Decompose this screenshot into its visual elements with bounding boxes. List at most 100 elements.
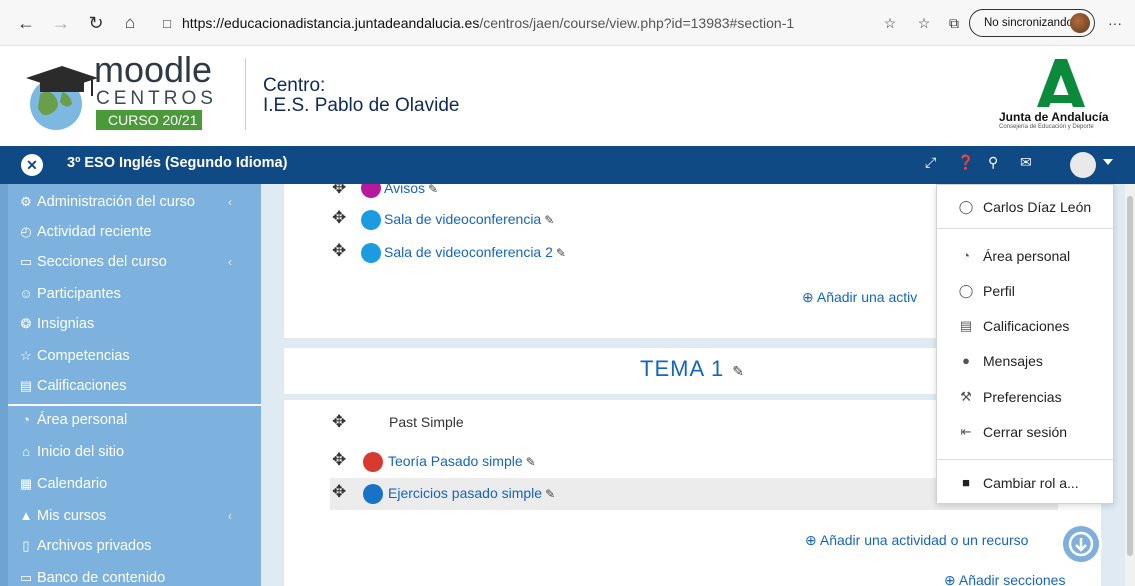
edit-pencil-icon[interactable]: ✎ [544, 213, 554, 227]
menu-item-cerrar-sesión[interactable]: ⇤ Cerrar sesión [937, 415, 1113, 449]
menu-item-mensajes[interactable]: ● Mensajes [937, 344, 1113, 378]
activity-link-ejercicios[interactable]: Ejercicios pasado simple ✎ [388, 485, 555, 501]
sidebar-item-mis-cursos[interactable]: ▲ Mis cursos ‹ [16, 502, 246, 530]
activity-link-teoria[interactable]: Teoría Pasado simple ✎ [388, 453, 536, 469]
sidebar-item-calificaciones[interactable]: ▤ Calificaciones [16, 372, 246, 400]
close-drawer-icon[interactable]: ✕ [21, 154, 43, 176]
sidebar-item-competencias[interactable]: ☆ Competencias [16, 342, 246, 370]
drawer-separator [8, 404, 261, 406]
speech-bubble-icon: ● [962, 353, 970, 368]
url-host: https://educacionadistancia.juntadeandal… [182, 15, 480, 31]
help-icon[interactable]: ❓ [957, 154, 974, 171]
sidebar-item-label: Calificaciones [37, 378, 127, 394]
home-icon[interactable]: ⌂ [118, 11, 142, 35]
sidebar-item-label: Mis cursos [37, 508, 107, 524]
badge-icon: ❂ [20, 316, 32, 331]
menu-item-user-name[interactable]: ◯ Carlos Díaz León [937, 190, 1113, 224]
add-activity-link[interactable]: ⊕ Añadir una actividad o un recurso [805, 532, 1028, 549]
chevron-left-icon: ‹ [228, 195, 232, 209]
activity-link-videoconferencia[interactable]: Sala de videoconferencia ✎ [384, 211, 554, 227]
sidebar-item-inicio-del-sitio[interactable]: ⌂ Inicio del sitio [16, 438, 246, 466]
user-dropdown-menu: ◯ Carlos Díaz León ◔ Área personal ◯ Perfil ▤… [936, 184, 1114, 504]
sidebar-item-label: Calendario [37, 476, 108, 492]
move-icon[interactable]: ✥ [332, 241, 346, 261]
sidebar-item-área-personal[interactable]: ◔ Área personal [16, 406, 246, 434]
lock-icon: □ [163, 15, 171, 31]
add-favorite-icon[interactable]: ☆ [878, 11, 902, 35]
edit-pencil-icon[interactable]: ✎ [526, 455, 536, 469]
add-sections-link[interactable]: ⊕ Añadir secciones [944, 572, 1065, 586]
menu-item-label: Calificaciones [983, 318, 1070, 334]
move-icon[interactable]: ✥ [332, 412, 346, 432]
dashboard-icon: ◔ [22, 412, 30, 427]
bell-icon[interactable]: ⚲ [988, 154, 998, 171]
sidebar-item-secciones-del-curso[interactable]: ▭ Secciones del curso ‹ [16, 248, 246, 276]
centro-name: I.E.S. Pablo de Olavide [263, 95, 460, 116]
browser-toolbar: ← → ↻ ⌂ □ https://educacionadistancia.ju… [0, 0, 1135, 46]
move-icon[interactable]: ✥ [332, 450, 346, 470]
graduation-cap-icon: ▲ [19, 508, 33, 523]
menu-item-preferencias[interactable]: ⚒ Preferencias [937, 380, 1113, 414]
sidebar-item-label: Inicio del sitio [37, 444, 125, 460]
user-avatar[interactable] [1070, 152, 1096, 178]
users-icon: ☺ [19, 286, 33, 301]
sidebar-item-administración-del-curso[interactable]: ⚙ Administración del curso ‹ [16, 188, 246, 216]
menu-item-label: Perfil [983, 283, 1015, 299]
expand-icon[interactable]: ⤢ [925, 154, 936, 171]
files-icon: ▯ [22, 538, 30, 553]
logout-icon: ⇤ [960, 424, 972, 439]
moodle-centros-logo[interactable]: moodle CENTROS CURSO 20/21 [22, 52, 232, 134]
sidebar-item-calendario[interactable]: ▦ Calendario [16, 470, 246, 498]
profile-sync-button[interactable]: No sincronizando [969, 9, 1095, 37]
sidebar-item-banco-de-contenido[interactable]: ▭ Banco de contenido [16, 564, 246, 586]
centro-label: Centro: [263, 75, 326, 96]
arrow-down-circle-icon [1068, 531, 1094, 557]
edit-pencil-icon[interactable]: ✎ [732, 363, 745, 379]
edit-pencil-icon[interactable]: ✎ [545, 487, 555, 501]
clock-icon: ◴ [20, 224, 32, 239]
forward-icon[interactable]: → [49, 11, 73, 35]
edit-pencil-icon[interactable]: ✎ [556, 246, 566, 260]
header-divider [245, 58, 246, 130]
activity-link-avisos[interactable]: Avisos ✎ [384, 184, 438, 196]
reload-icon[interactable]: ↻ [84, 11, 108, 35]
menu-item-label: Área personal [983, 248, 1071, 264]
move-icon[interactable]: ✥ [332, 184, 346, 198]
menu-separator [937, 228, 1113, 229]
sidebar-item-archivos-privados[interactable]: ▯ Archivos privados [16, 532, 246, 560]
course-title[interactable]: 3º ESO Inglés (Segundo Idioma) [67, 155, 287, 171]
more-menu-icon[interactable]: ··· [1103, 11, 1127, 35]
url-path: /centros/jaen/course/view.php?id=13983#s… [479, 15, 795, 31]
sidebar-item-insignias[interactable]: ❂ Insignias [16, 310, 246, 338]
menu-item-switch-role[interactable]: ■ Cambiar rol a... [937, 466, 1113, 500]
menu-item-área-personal[interactable]: ◔ Área personal [937, 239, 1113, 273]
home-icon: ⌂ [22, 444, 30, 459]
sidebar-item-label: Insignias [37, 316, 95, 332]
user-icon: ◯ [958, 199, 974, 214]
move-icon[interactable]: ✥ [332, 482, 346, 502]
back-icon[interactable]: ← [14, 11, 38, 35]
grades-icon: ▤ [959, 318, 973, 333]
add-activity-link[interactable]: ⊕ Añadir una activ [802, 289, 917, 306]
course-drawer: ⚙ Administración del curso ‹ ◴ Actividad rec… [0, 184, 261, 586]
user-menu-caret-icon[interactable] [1103, 159, 1113, 165]
scroll-down-button[interactable] [1060, 523, 1102, 565]
favorites-icon[interactable]: ☆ [912, 11, 936, 35]
sidebar-item-actividad-reciente[interactable]: ◴ Actividad reciente [16, 218, 246, 246]
sidebar-item-label: Competencias [37, 348, 130, 364]
sidebar-item-label: Actividad reciente [37, 224, 152, 240]
star-icon: ☆ [20, 348, 32, 363]
edit-pencil-icon[interactable]: ✎ [428, 184, 438, 196]
envelope-icon[interactable]: ✉ [1020, 154, 1032, 171]
sidebar-item-label: Secciones del curso [37, 254, 167, 270]
menu-item-label: Mensajes [983, 353, 1043, 369]
activity-link-videoconferencia-2[interactable]: Sala de videoconferencia 2 ✎ [384, 244, 566, 260]
videoconference-icon [361, 243, 381, 263]
sidebar-item-participantes[interactable]: ☺ Participantes [16, 280, 246, 308]
menu-item-calificaciones[interactable]: ▤ Calificaciones [937, 309, 1113, 343]
chevron-left-icon: ‹ [228, 509, 232, 523]
page-scrollbar-thumb[interactable] [1127, 196, 1133, 556]
collections-icon[interactable]: ⧉ [942, 11, 966, 35]
move-icon[interactable]: ✥ [332, 208, 346, 228]
menu-item-perfil[interactable]: ◯ Perfil [937, 274, 1113, 308]
